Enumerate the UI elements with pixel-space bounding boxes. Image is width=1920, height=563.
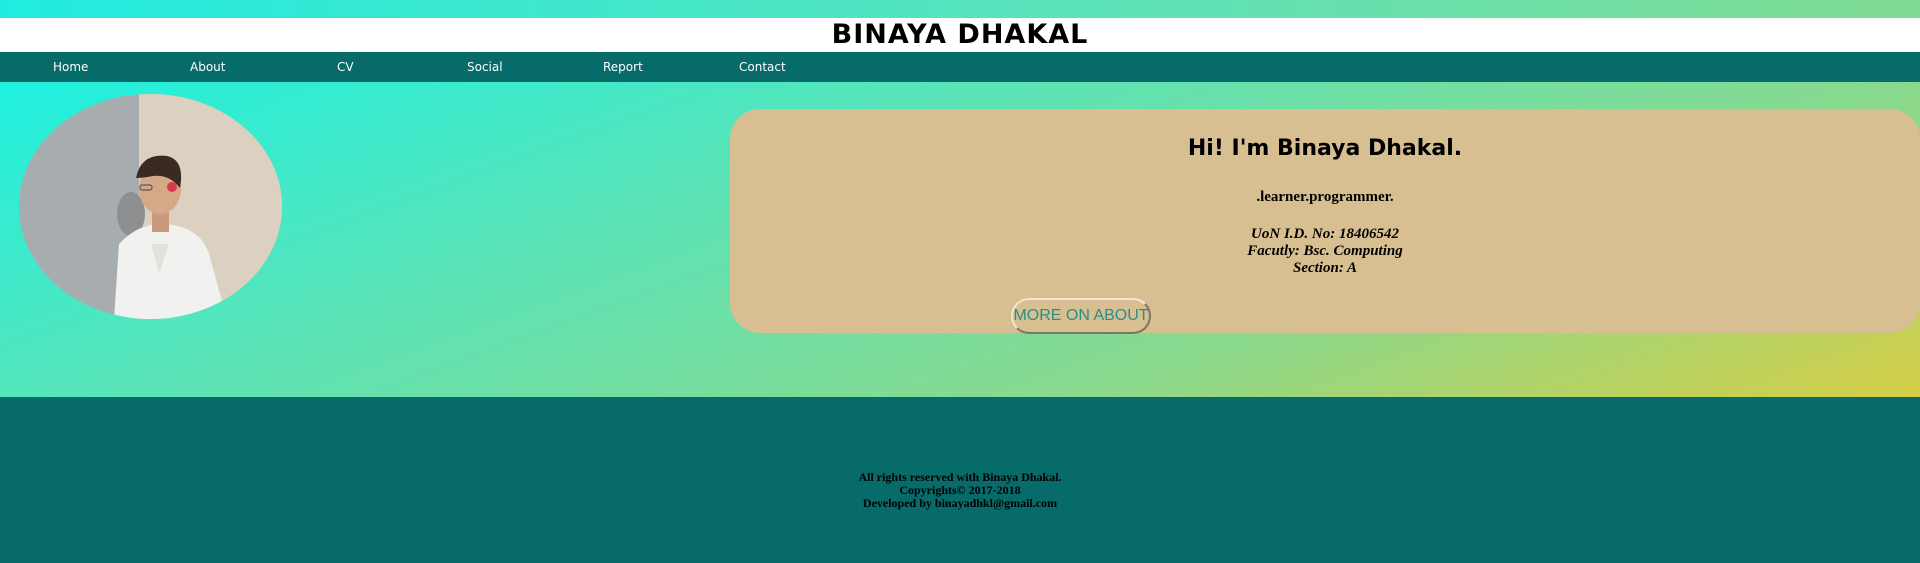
intro-tagline: .learner.programmer. [1256,189,1394,205]
student-info: UoN I.D. No: 18406542 Facutly: Bsc. Comp… [730,226,1920,277]
intro-heading: Hi! I'm Binaya Dhakal. [1187,136,1463,161]
footer: All rights reserved with Binaya Dhakal. … [0,397,1920,563]
nav-link-contact[interactable]: Contact [739,52,786,82]
nav-link-cv[interactable]: CV [337,52,354,82]
footer-text: All rights reserved with Binaya Dhakal. … [0,471,1920,510]
nav-link-home[interactable]: Home [53,52,88,82]
student-faculty: Facutly: Bsc. Computing [1247,243,1403,259]
footer-developer: Developed by binayadhkl@gmail.com [862,496,1058,510]
more-on-about-button[interactable]: MORE ON ABOUT [1011,298,1151,334]
main-navigation: Home About CV Social Report Contact [0,52,1920,82]
profile-person-illustration [19,94,282,319]
intro-card: Hi! I'm Binaya Dhakal. .learner.programm… [730,109,1920,334]
nav-link-social[interactable]: Social [467,52,503,82]
student-id: UoN I.D. No: 18406542 [1251,226,1399,242]
top-gradient-strip [0,0,1920,18]
site-title: BINAYA DHAKAL [831,19,1089,50]
profile-photo [19,94,282,319]
hero-section: Hi! I'm Binaya Dhakal. .learner.programm… [0,82,1920,397]
student-section: Section: A [1292,260,1358,276]
nav-link-about[interactable]: About [190,52,225,82]
nav-link-report[interactable]: Report [603,52,643,82]
